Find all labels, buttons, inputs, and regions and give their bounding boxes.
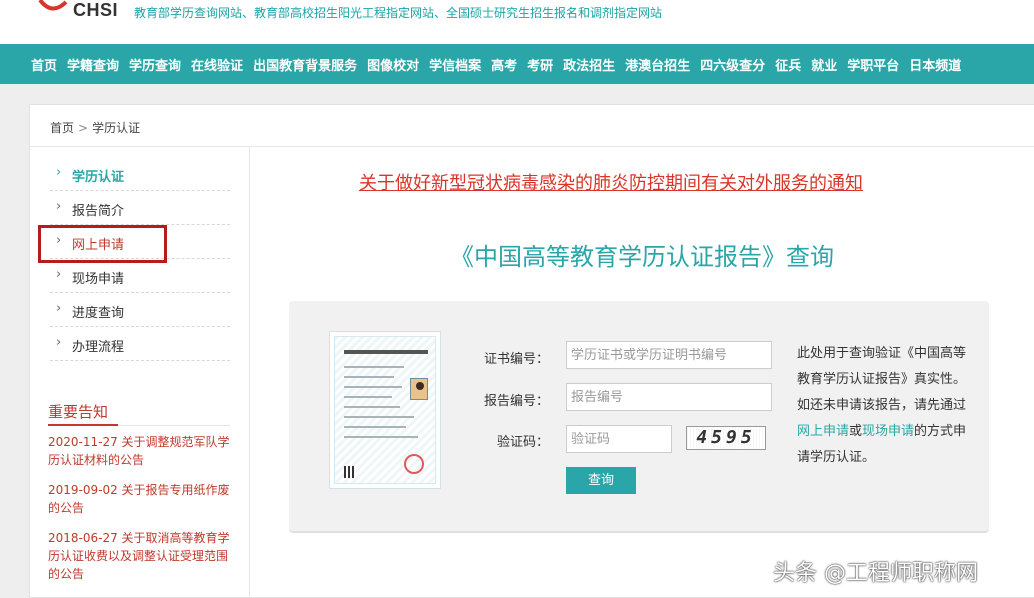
- captcha-input[interactable]: [566, 425, 672, 453]
- sidebar-item-report-intro[interactable]: › 报告简介: [50, 191, 230, 225]
- sidebar-item-label: 报告简介: [72, 204, 125, 219]
- content-card: 首页 > 学历认证 › 学历认证 › 报告简介 › 网上申请 › 现场申请 › 进度…: [29, 104, 1034, 598]
- help-text-or: 或: [849, 424, 863, 439]
- captcha-label: 验证码：: [496, 435, 549, 450]
- chevron-right-icon: ›: [56, 335, 62, 350]
- nav-item-image-check[interactable]: 图像校对: [362, 55, 424, 74]
- help-text-body: 此处用于查询验证《中国高等教育学历认证报告》真实性。如还未申请该报告，请先通过: [797, 346, 967, 413]
- photo-icon: [410, 378, 428, 400]
- breadcrumb-current: 学历认证: [92, 121, 141, 135]
- chevron-right-icon: ›: [56, 233, 62, 248]
- page-title: 《中国高等教育学历认证报告》查询: [450, 243, 834, 271]
- sidebar-item-label: 网上申请: [72, 238, 125, 253]
- sidebar-item-online-apply[interactable]: › 网上申请: [50, 225, 230, 259]
- breadcrumb: 首页 > 学历认证: [50, 119, 140, 136]
- nav-item-career-platform[interactable]: 学职平台: [842, 55, 904, 74]
- watermark: 头条 @工程师职称网: [773, 561, 978, 586]
- cert-number-input[interactable]: [566, 341, 772, 369]
- chevron-right-icon: ›: [56, 301, 62, 316]
- sidebar-item-label: 学历认证: [72, 170, 125, 185]
- nav-item-gaokao[interactable]: 高考: [486, 55, 522, 74]
- cert-number-label: 证书编号：: [483, 352, 549, 367]
- query-panel: 证书编号： 报告编号： 验证码： 4595 查询 此处用于查询验证《中国高等教育…: [289, 301, 989, 533]
- sidebar: › 学历认证 › 报告简介 › 网上申请 › 现场申请 › 进度查询 › 办理流…: [30, 147, 250, 598]
- covid-notice-link[interactable]: 关于做好新型冠状病毒感染的肺炎防控期间有关对外服务的通知: [359, 169, 863, 195]
- nav-item-overseas-service[interactable]: 出国教育背景服务: [248, 55, 362, 74]
- sidebar-item-label: 进度查询: [72, 306, 125, 321]
- breadcrumb-separator: >: [78, 121, 89, 135]
- sample-report-image: [329, 331, 441, 489]
- help-text: 此处用于查询验证《中国高等教育学历认证报告》真实性。如还未申请该报告，请先通过网…: [797, 341, 977, 471]
- chevron-right-icon: ›: [56, 165, 62, 180]
- nav-item-student-status[interactable]: 学籍查询: [62, 55, 124, 74]
- qr-code-icon: [344, 466, 356, 478]
- notice-item[interactable]: 2019-09-02 关于报告专用纸作废的公告: [48, 481, 234, 517]
- online-apply-link[interactable]: 网上申请: [797, 424, 849, 439]
- nav-item-degree-query[interactable]: 学历查询: [124, 55, 186, 74]
- site-logo-text[interactable]: CHSI: [73, 0, 118, 21]
- nav-item-kaoyan[interactable]: 考研: [522, 55, 558, 74]
- seal-icon: [404, 454, 424, 474]
- nav-item-employment[interactable]: 就业: [806, 55, 842, 74]
- nav-item-conscription[interactable]: 征兵: [770, 55, 806, 74]
- chsi-logo-icon[interactable]: [38, 0, 68, 18]
- breadcrumb-home[interactable]: 首页: [50, 121, 74, 135]
- nav-item-archive[interactable]: 学信档案: [424, 55, 486, 74]
- sidebar-item-process[interactable]: › 办理流程: [50, 327, 230, 361]
- onsite-apply-link[interactable]: 现场申请: [862, 424, 914, 439]
- report-number-label: 报告编号：: [483, 394, 549, 409]
- notice-section-title: 重要告知: [48, 403, 109, 421]
- query-button[interactable]: 查询: [566, 467, 636, 494]
- main-nav: 首页 学籍查询 学历查询 在线验证 出国教育背景服务 图像校对 学信档案 高考 …: [0, 44, 1034, 84]
- nav-item-law-admission[interactable]: 政法招生: [558, 55, 620, 74]
- sidebar-item-degree-auth[interactable]: › 学历认证: [50, 157, 230, 191]
- site-tagline: 教育部学历查询网站、教育部高校招生阳光工程指定网站、全国硕士研究生招生报名和调剂…: [134, 6, 663, 20]
- nav-item-hk-macau-tw[interactable]: 港澳台招生: [620, 55, 695, 74]
- report-number-input[interactable]: [566, 383, 772, 411]
- sidebar-item-label: 现场申请: [72, 272, 125, 287]
- chevron-right-icon: ›: [56, 199, 62, 214]
- nav-item-japan-channel[interactable]: 日本频道: [904, 55, 966, 74]
- notice-divider-accent: [48, 424, 118, 426]
- nav-item-home[interactable]: 首页: [0, 55, 62, 74]
- sidebar-item-label: 办理流程: [72, 340, 125, 355]
- sidebar-item-progress-query[interactable]: › 进度查询: [50, 293, 230, 327]
- chevron-right-icon: ›: [56, 267, 62, 282]
- sidebar-item-onsite-apply[interactable]: › 现场申请: [50, 259, 230, 293]
- nav-item-online-verify[interactable]: 在线验证: [186, 55, 248, 74]
- nav-item-cet-scores[interactable]: 四六级查分: [695, 55, 770, 74]
- site-header: CHSI 教育部学历查询网站、教育部高校招生阳光工程指定网站、全国硕士研究生招生…: [0, 0, 1034, 44]
- notice-item[interactable]: 2020-11-27 关于调整规范军队学历认证材料的公告: [48, 433, 234, 469]
- captcha-image[interactable]: 4595: [686, 426, 766, 450]
- notice-item[interactable]: 2018-06-27 关于取消高等教育学历认证收费以及调整认证受理范围的公告: [48, 529, 234, 583]
